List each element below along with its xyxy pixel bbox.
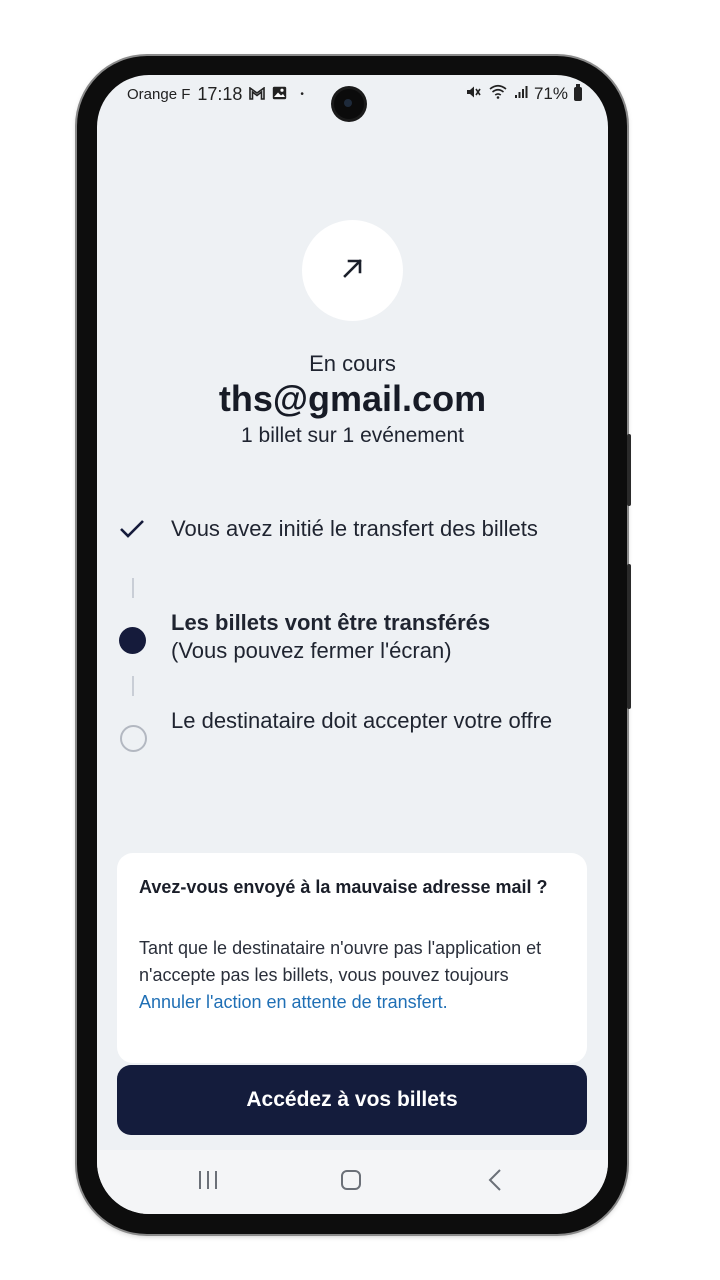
- volume-button: [627, 434, 631, 506]
- step-sublabel: (Vous pouvez fermer l'écran): [171, 638, 452, 663]
- access-tickets-button[interactable]: Accédez à vos billets: [117, 1065, 587, 1135]
- signal-icon: [514, 84, 528, 104]
- card-title: Avez-vous envoyé à la mauvaise adresse m…: [139, 877, 548, 897]
- transfer-status-badge: [302, 220, 403, 321]
- card-body-text: Tant que le destinataire n'ouvre pas l'a…: [139, 938, 542, 985]
- screen: Orange F 17:18 • 71% En cours ths@gmail.…: [97, 75, 608, 1214]
- step-connector: [132, 578, 134, 598]
- current-step-dot: [119, 627, 146, 654]
- notification-dot: •: [300, 89, 304, 100]
- clock: 17:18: [197, 84, 243, 104]
- card-body: Tant que le destinataire n'ouvre pas l'a…: [139, 935, 571, 1016]
- home-icon: [340, 1169, 362, 1196]
- check-icon: [119, 519, 145, 544]
- wrong-address-card: Avez-vous envoyé à la mauvaise adresse m…: [117, 853, 587, 1063]
- power-button: [627, 564, 631, 709]
- mute-icon: [466, 84, 482, 104]
- carrier-name: Orange F: [127, 86, 191, 103]
- pending-step-dot: [120, 725, 147, 752]
- battery-icon: [574, 84, 582, 101]
- phone-frame: Orange F 17:18 • 71% En cours ths@gmail.…: [77, 56, 631, 1234]
- ticket-summary: 1 billet sur 1 evénement: [241, 424, 464, 447]
- system-nav-bar: [97, 1150, 608, 1214]
- recent-apps-icon: [197, 1170, 219, 1195]
- recipient-email: ths@gmail.com: [218, 378, 487, 419]
- step-label: Le destinataire doit accepter votre offr…: [171, 708, 553, 733]
- arrow-up-right-icon: [340, 255, 366, 286]
- step-label: Les billets vont être transférés: [171, 610, 491, 635]
- step-label: Vous avez initié le transfert des billet…: [171, 516, 538, 541]
- back-button[interactable]: [475, 1164, 515, 1200]
- gallery-icon: [272, 86, 287, 103]
- home-button[interactable]: [331, 1164, 371, 1200]
- front-camera: [334, 89, 364, 119]
- battery-percent: 71%: [533, 84, 568, 103]
- step-connector: [132, 676, 134, 696]
- recent-apps-button[interactable]: [188, 1164, 228, 1200]
- wifi-icon: [488, 84, 508, 104]
- gmail-icon: [249, 85, 266, 103]
- transfer-status: En cours: [309, 351, 396, 376]
- cancel-transfer-link[interactable]: Annuler l'action en attente de transfert…: [139, 992, 448, 1012]
- back-icon: [488, 1168, 502, 1196]
